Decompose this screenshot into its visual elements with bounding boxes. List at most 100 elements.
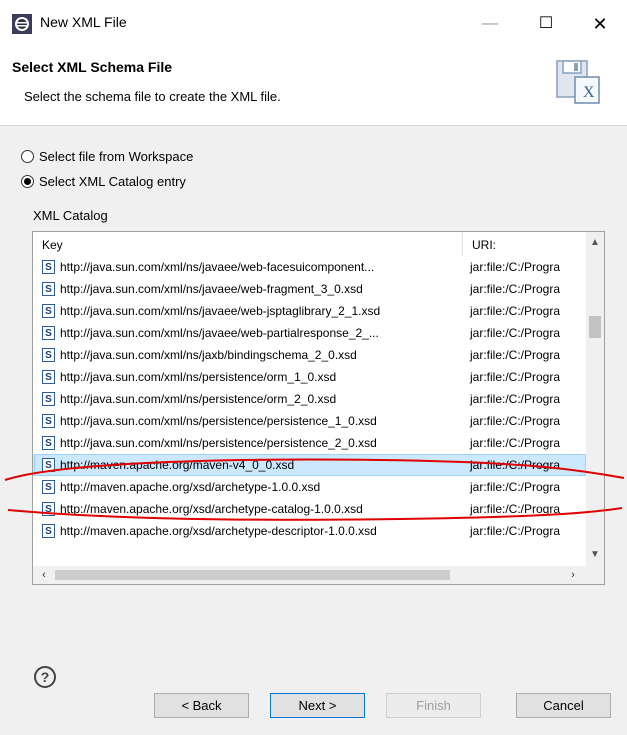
- workspace-radio[interactable]: [21, 150, 34, 163]
- window-title: New XML File: [40, 14, 127, 30]
- scroll-corner: [586, 566, 604, 584]
- scroll-left-icon[interactable]: ‹: [35, 566, 53, 584]
- row-key-text: http://maven.apache.org/xsd/archetype-ca…: [60, 502, 363, 516]
- key-cell: Shttp://java.sun.com/xml/ns/javaee/web-p…: [33, 326, 463, 340]
- cancel-button[interactable]: Cancel: [516, 693, 611, 718]
- scroll-down-icon[interactable]: ▼: [586, 546, 604, 564]
- option-workspace[interactable]: Select file from Workspace: [21, 149, 193, 164]
- title-bar: New XML File — ☐ ✕: [0, 0, 627, 50]
- vertical-scroll-thumb[interactable]: [589, 316, 601, 338]
- key-cell: Shttp://java.sun.com/xml/ns/persistence/…: [33, 414, 463, 428]
- key-cell: Shttp://maven.apache.org/xsd/archetype-c…: [33, 502, 463, 516]
- table-row[interactable]: Shttp://maven.apache.org/xsd/archetype-1…: [33, 476, 586, 498]
- table-row[interactable]: Shttp://maven.apache.org/xsd/archetype-d…: [33, 520, 586, 542]
- row-uri-text: jar:file:/C:/Progra: [470, 458, 561, 472]
- row-uri-text: jar:file:/C:/Progra: [470, 304, 561, 318]
- table-row[interactable]: Shttp://java.sun.com/xml/ns/javaee/web-f…: [33, 256, 586, 278]
- row-uri-text: jar:file:/C:/Progra: [470, 370, 561, 384]
- row-key-text: http://maven.apache.org/maven-v4_0_0.xsd: [60, 458, 295, 472]
- row-uri-text: jar:file:/C:/Progra: [470, 348, 561, 362]
- schema-file-icon: S: [42, 304, 55, 318]
- row-uri-text: jar:file:/C:/Progra: [470, 260, 561, 274]
- table-row[interactable]: Shttp://maven.apache.org/xsd/archetype-c…: [33, 498, 586, 520]
- row-key-text: http://java.sun.com/xml/ns/persistence/p…: [60, 414, 377, 428]
- schema-file-icon: S: [42, 282, 55, 296]
- wizard-footer: ? < Back Next > Finish Cancel: [0, 648, 627, 735]
- key-cell: Shttp://java.sun.com/xml/ns/persistence/…: [33, 370, 463, 384]
- column-key-header[interactable]: Key: [33, 232, 463, 256]
- schema-file-icon: S: [42, 414, 55, 428]
- row-key-text: http://java.sun.com/xml/ns/javaee/web-fr…: [60, 282, 363, 296]
- row-key-text: http://java.sun.com/xml/ns/persistence/o…: [60, 392, 337, 406]
- key-cell: Shttp://java.sun.com/xml/ns/persistence/…: [33, 392, 463, 406]
- scroll-right-icon[interactable]: ›: [564, 566, 582, 584]
- key-cell: Shttp://java.sun.com/xml/ns/javaee/web-f…: [33, 260, 463, 274]
- maximize-button[interactable]: ☐: [531, 12, 561, 36]
- key-cell: Shttp://java.sun.com/xml/ns/persistence/…: [33, 436, 463, 450]
- table-row[interactable]: Shttp://maven.apache.org/maven-v4_0_0.xs…: [33, 454, 586, 476]
- table-row[interactable]: Shttp://java.sun.com/xml/ns/javaee/web-p…: [33, 322, 586, 344]
- catalog-radio-label: Select XML Catalog entry: [39, 174, 186, 189]
- horizontal-scroll-thumb[interactable]: [55, 570, 450, 580]
- row-uri-text: jar:file:/C:/Progra: [470, 392, 561, 406]
- row-key-text: http://java.sun.com/xml/ns/persistence/o…: [60, 370, 337, 384]
- table-row[interactable]: Shttp://java.sun.com/xml/ns/persistence/…: [33, 388, 586, 410]
- workspace-radio-label: Select file from Workspace: [39, 149, 194, 164]
- row-key-text: http://java.sun.com/xml/ns/javaee/web-js…: [60, 304, 381, 318]
- catalog-radio[interactable]: [21, 175, 34, 188]
- eclipse-app-icon: [12, 14, 32, 34]
- row-uri-text: jar:file:/C:/Progra: [470, 282, 561, 296]
- schema-file-icon: S: [42, 260, 55, 274]
- schema-file-icon: S: [42, 458, 55, 472]
- table-row[interactable]: Shttp://java.sun.com/xml/ns/javaee/web-f…: [33, 278, 586, 300]
- key-cell: Shttp://java.sun.com/xml/ns/javaee/web-j…: [33, 304, 463, 318]
- schema-file-icon: S: [42, 348, 55, 362]
- row-uri-text: jar:file:/C:/Progra: [470, 502, 561, 516]
- close-button[interactable]: ✕: [585, 12, 615, 36]
- key-cell: Shttp://maven.apache.org/xsd/archetype-d…: [33, 524, 463, 538]
- catalog-table[interactable]: Key URI: Shttp://java.sun.com/xml/ns/jav…: [32, 231, 605, 585]
- page-description: Select the schema file to create the XML…: [24, 89, 281, 104]
- table-row[interactable]: Shttp://java.sun.com/xml/ns/javaee/web-j…: [33, 300, 586, 322]
- table-row[interactable]: Shttp://java.sun.com/xml/ns/jaxb/binding…: [33, 344, 586, 366]
- page-title: Select XML Schema File: [12, 59, 173, 75]
- row-key-text: http://java.sun.com/xml/ns/jaxb/bindings…: [60, 348, 357, 362]
- table-row[interactable]: Shttp://java.sun.com/xml/ns/persistence/…: [33, 410, 586, 432]
- svg-text:X: X: [583, 84, 595, 101]
- row-key-text: http://java.sun.com/xml/ns/persistence/p…: [60, 436, 377, 450]
- scroll-up-icon[interactable]: ▲: [586, 234, 604, 252]
- xml-file-wizard-icon: X: [556, 60, 600, 104]
- xml-catalog-label: XML Catalog: [33, 208, 108, 223]
- column-uri-header[interactable]: URI:: [463, 232, 585, 256]
- row-key-text: http://maven.apache.org/xsd/archetype-1.…: [60, 480, 321, 494]
- table-body: Shttp://java.sun.com/xml/ns/javaee/web-f…: [33, 256, 586, 542]
- wizard-header: Select XML Schema File Select the schema…: [0, 50, 627, 126]
- table-row[interactable]: Shttp://java.sun.com/xml/ns/persistence/…: [33, 366, 586, 388]
- row-key-text: http://maven.apache.org/xsd/archetype-de…: [60, 524, 377, 538]
- row-key-text: http://java.sun.com/xml/ns/javaee/web-pa…: [60, 326, 379, 340]
- key-cell: Shttp://java.sun.com/xml/ns/jaxb/binding…: [33, 348, 463, 362]
- schema-file-icon: S: [42, 436, 55, 450]
- key-cell: Shttp://java.sun.com/xml/ns/javaee/web-f…: [33, 282, 463, 296]
- back-button[interactable]: < Back: [154, 693, 249, 718]
- row-uri-text: jar:file:/C:/Progra: [470, 326, 561, 340]
- schema-file-icon: S: [42, 502, 55, 516]
- schema-file-icon: S: [42, 370, 55, 384]
- next-button[interactable]: Next >: [270, 693, 365, 718]
- key-cell: Shttp://maven.apache.org/maven-v4_0_0.xs…: [33, 458, 463, 472]
- schema-file-icon: S: [42, 392, 55, 406]
- table-row[interactable]: Shttp://java.sun.com/xml/ns/persistence/…: [33, 432, 586, 454]
- finish-button[interactable]: Finish: [386, 693, 481, 718]
- help-icon[interactable]: ?: [34, 666, 56, 688]
- vertical-scrollbar[interactable]: ▲ ▼: [586, 232, 604, 566]
- row-uri-text: jar:file:/C:/Progra: [470, 436, 561, 450]
- wizard-content: Select file from Workspace Select XML Ca…: [0, 126, 627, 648]
- schema-file-icon: S: [42, 524, 55, 538]
- row-uri-text: jar:file:/C:/Progra: [470, 480, 561, 494]
- option-catalog[interactable]: Select XML Catalog entry: [21, 174, 186, 189]
- minimize-button[interactable]: —: [475, 12, 505, 36]
- table-header: Key URI:: [33, 232, 586, 256]
- schema-file-icon: S: [42, 326, 55, 340]
- horizontal-scrollbar[interactable]: ‹ ›: [33, 566, 586, 584]
- schema-file-icon: S: [42, 480, 55, 494]
